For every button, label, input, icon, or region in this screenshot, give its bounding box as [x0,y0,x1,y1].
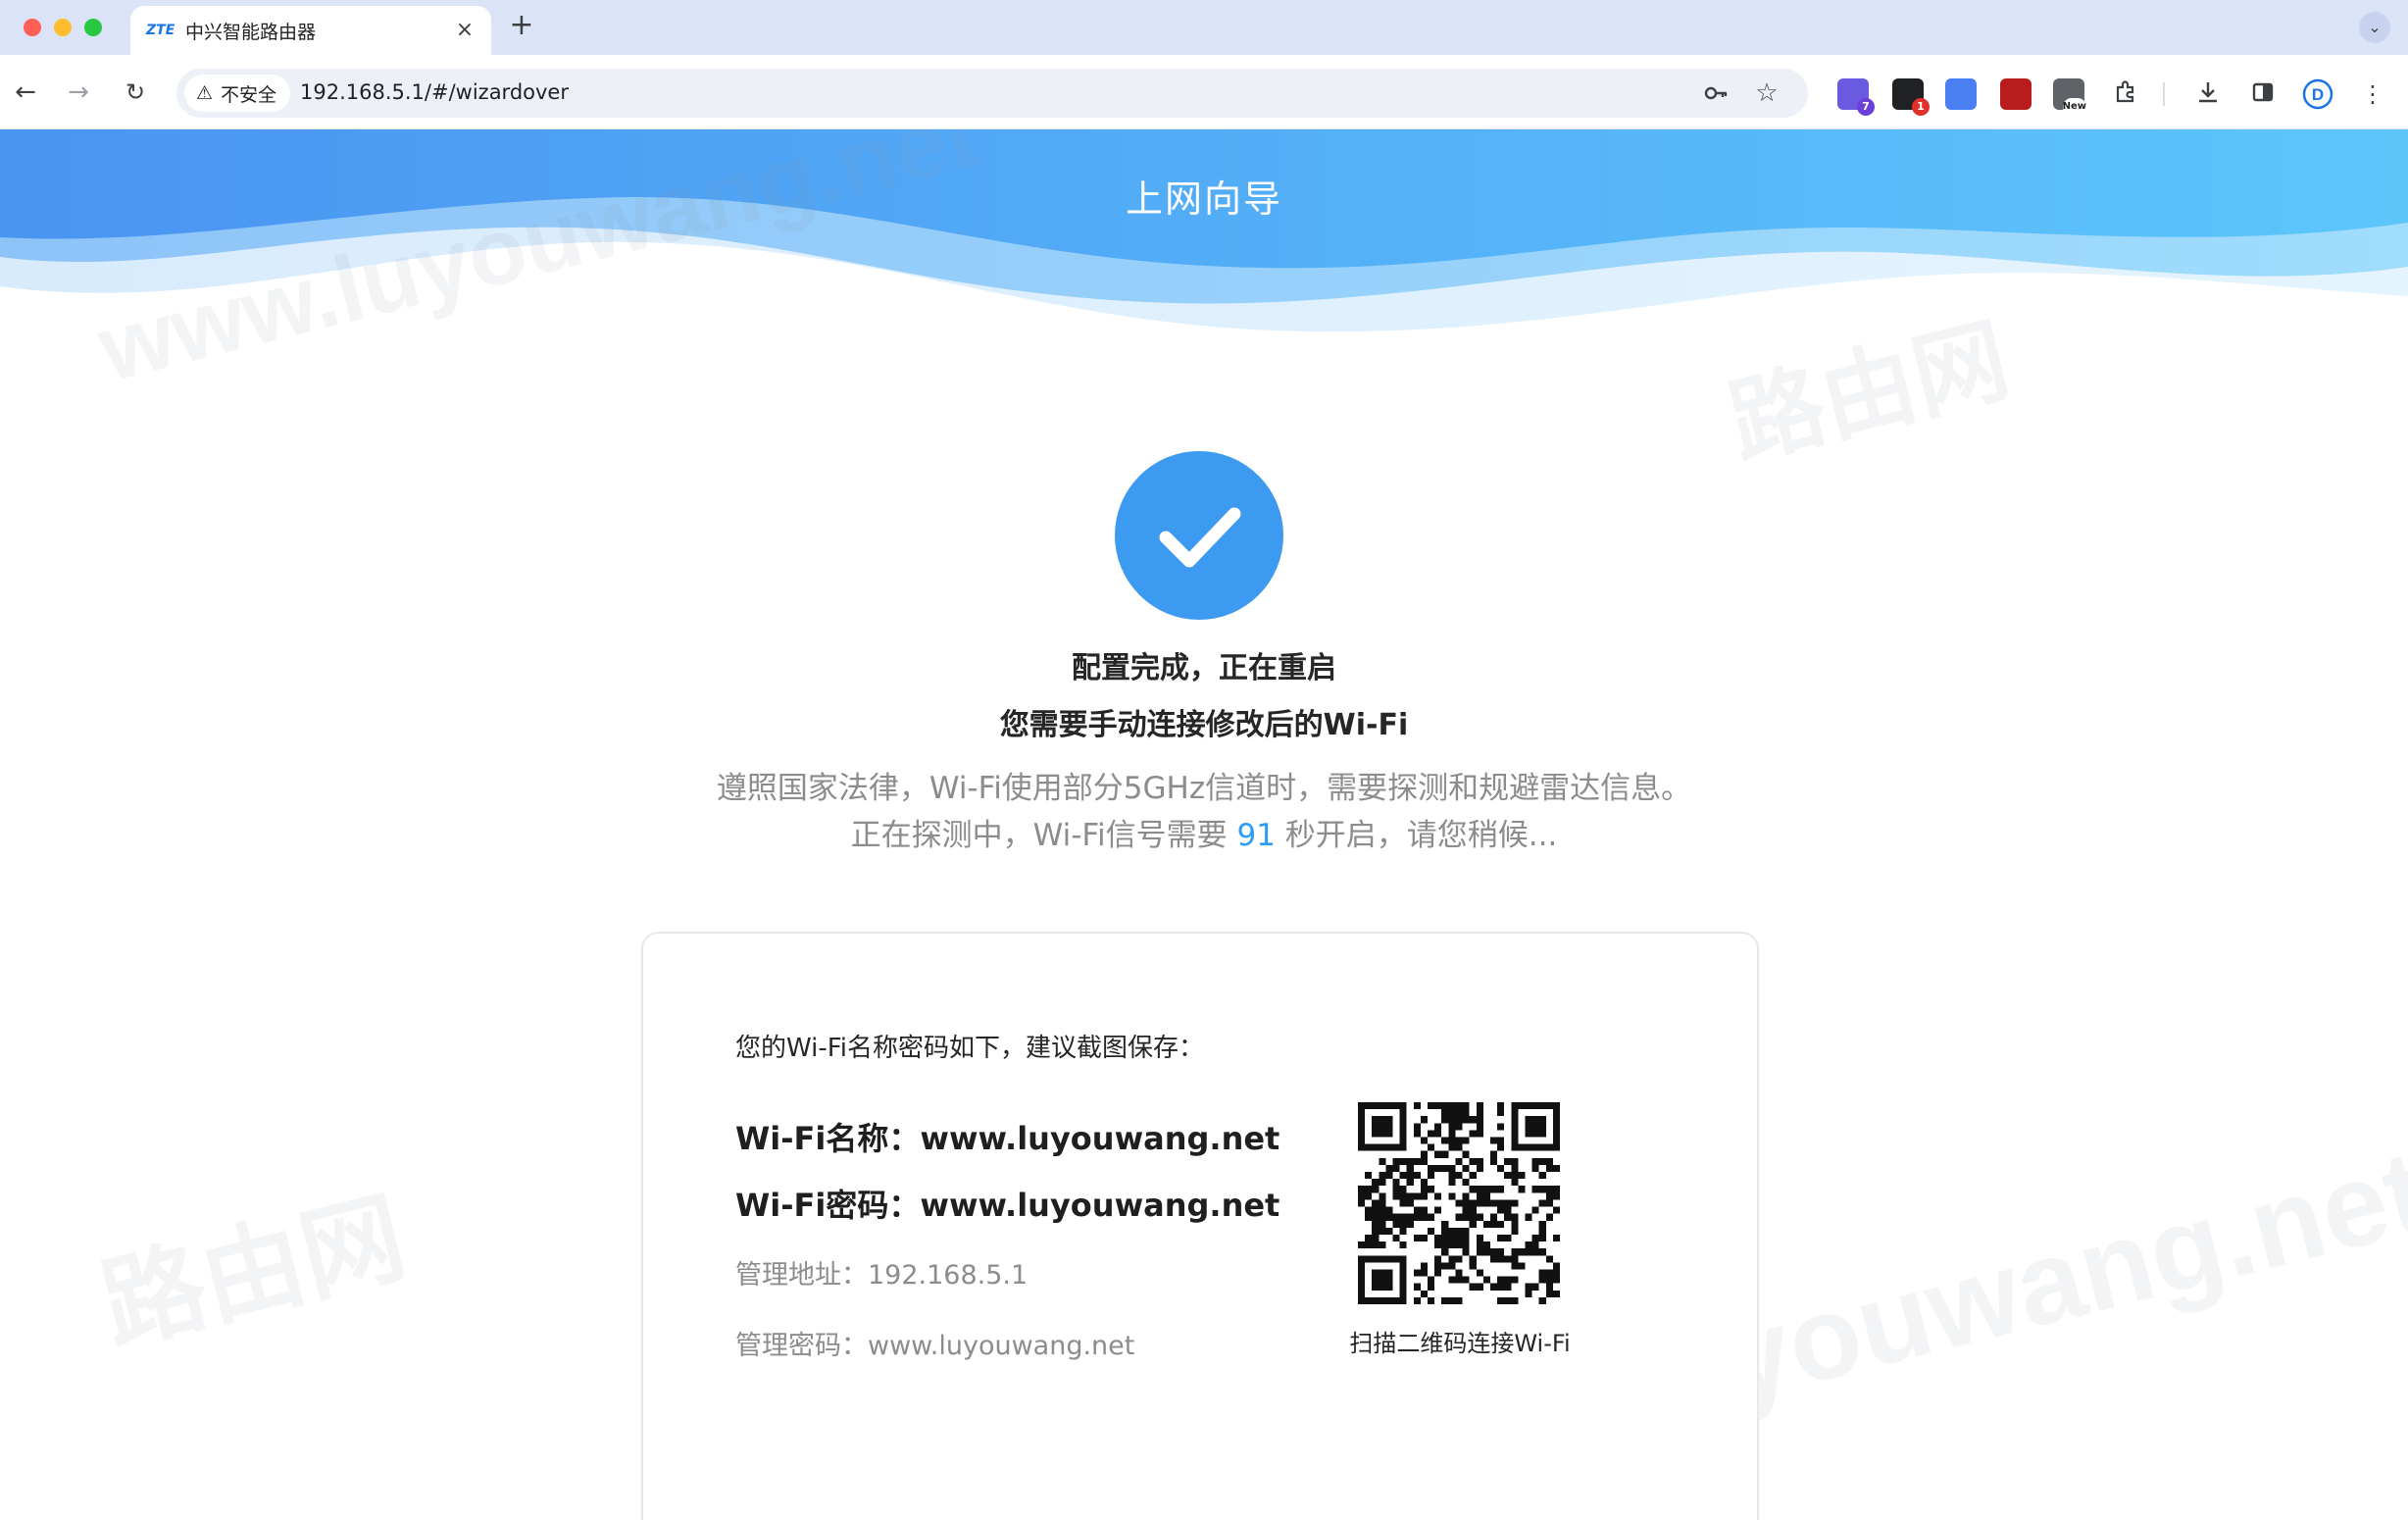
banner-wave-background [0,129,2408,332]
reload-icon[interactable]: ↻ [118,75,153,110]
wifi-name-label: Wi-Fi名称： [735,1120,921,1157]
tab-title: 中兴智能路由器 [185,21,317,43]
active-tab[interactable]: ZTE 中兴智能路由器 × [130,6,491,55]
status-subtitle: 您需要手动连接修改后的Wi-Fi [999,708,1409,742]
admin-password-label: 管理密码： [735,1331,868,1361]
bookmark-star-icon[interactable]: ☆ [1753,79,1781,107]
new-tab-button[interactable]: + [506,10,537,41]
extension-2-badge: 1 [1912,98,1930,116]
toolbar-divider [2163,82,2165,106]
extension-2-icon[interactable]: 1 [1892,78,1930,116]
new-extension-badge: New [2062,98,2086,116]
back-arrow-icon[interactable]: ← [8,75,43,110]
extensions-puzzle-icon[interactable] [2110,78,2141,110]
profile-avatar[interactable]: D [2302,78,2333,110]
countdown-suffix: 秒开启，请您稍候... [1284,818,1558,853]
security-label: 不安全 [221,83,277,106]
qr-caption: 扫描二维码连接Wi-Fi [1349,1330,1571,1357]
wifi-name-value: www.luyouwang.net [920,1120,1280,1157]
admin-password-row: 管理密码：www.luyouwang.net [735,1324,1134,1362]
browser-menu-icon[interactable]: ⋮ [2357,78,2388,110]
translate-extension-icon[interactable] [1945,78,1977,110]
download-icon[interactable] [2192,78,2224,110]
forward-arrow-icon[interactable]: → [61,75,96,110]
wifi-password-label: Wi-Fi密码： [735,1187,921,1224]
address-bar[interactable]: ⚠ 不安全 192.168.5.1/#/wizardover ☆ [176,69,1808,118]
ublock-extension-icon[interactable] [2000,78,2032,110]
page-title: 上网向导 [1125,177,1282,221]
card-intro: 您的Wi-Fi名称密码如下，建议截图保存： [735,1034,1205,1063]
wifi-info-card: 您的Wi-Fi名称密码如下，建议截图保存： Wi-Fi名称：www.luyouw… [641,932,1759,1520]
countdown-prefix: 正在探测中，Wi-Fi信号需要 [850,818,1228,853]
password-key-icon[interactable] [1702,79,1730,107]
wifi-password-row: Wi-Fi密码：www.luyouwang.net [735,1181,1279,1226]
wifi-name-row: Wi-Fi名称：www.luyouwang.net [735,1114,1279,1159]
tab-search-chevron-icon[interactable]: ⌄ [2359,12,2390,43]
radar-notice: 遵照国家法律，Wi-Fi使用部分5GHz信道时，需要探测和规避雷达信息。 [716,771,1692,806]
window-close-button[interactable] [24,19,41,36]
window-zoom-button[interactable] [84,19,102,36]
extension-1-badge: 7 [1857,98,1875,116]
admin-address-row: 管理地址：192.168.5.1 [735,1253,1028,1292]
countdown-seconds: 91 [1236,818,1276,853]
tab-close-icon[interactable]: × [452,18,477,43]
extension-1-icon[interactable]: 7 [1837,78,1875,116]
browser-toolbar: ← → ↻ ⚠ 不安全 192.168.5.1/#/wizardover ☆ 7… [0,55,2408,129]
admin-address-label: 管理地址： [735,1260,868,1291]
new-extension-icon[interactable]: New [2053,78,2086,116]
router-wizard-page: 上网向导 www.luyouwang.net www.luyouwang.net… [0,129,2408,1520]
warning-triangle-icon: ⚠ [196,82,214,104]
wifi-password-value: www.luyouwang.net [920,1187,1280,1224]
side-panel-icon[interactable] [2247,78,2279,110]
success-check-icon [1115,451,1283,620]
browser-tab-strip: ZTE 中兴智能路由器 × + ⌄ [0,0,2408,55]
countdown-notice: 正在探测中，Wi-Fi信号需要 91 秒开启，请您稍候... [0,810,2408,854]
wifi-qr-code-icon [1358,1102,1560,1304]
url-text[interactable]: 192.168.5.1/#/wizardover [300,80,569,104]
window-minimize-button[interactable] [54,19,72,36]
security-indicator[interactable]: ⚠ 不安全 [184,75,291,112]
status-title: 配置完成，正在重启 [1072,651,1336,685]
profile-letter: D [2312,85,2324,104]
watermark-logo-text-lower: 路由网 [91,1180,416,1365]
zte-favicon-icon: ZTE [146,23,176,38]
admin-password-value: www.luyouwang.net [868,1331,1135,1361]
admin-address-value: 192.168.5.1 [868,1260,1028,1291]
